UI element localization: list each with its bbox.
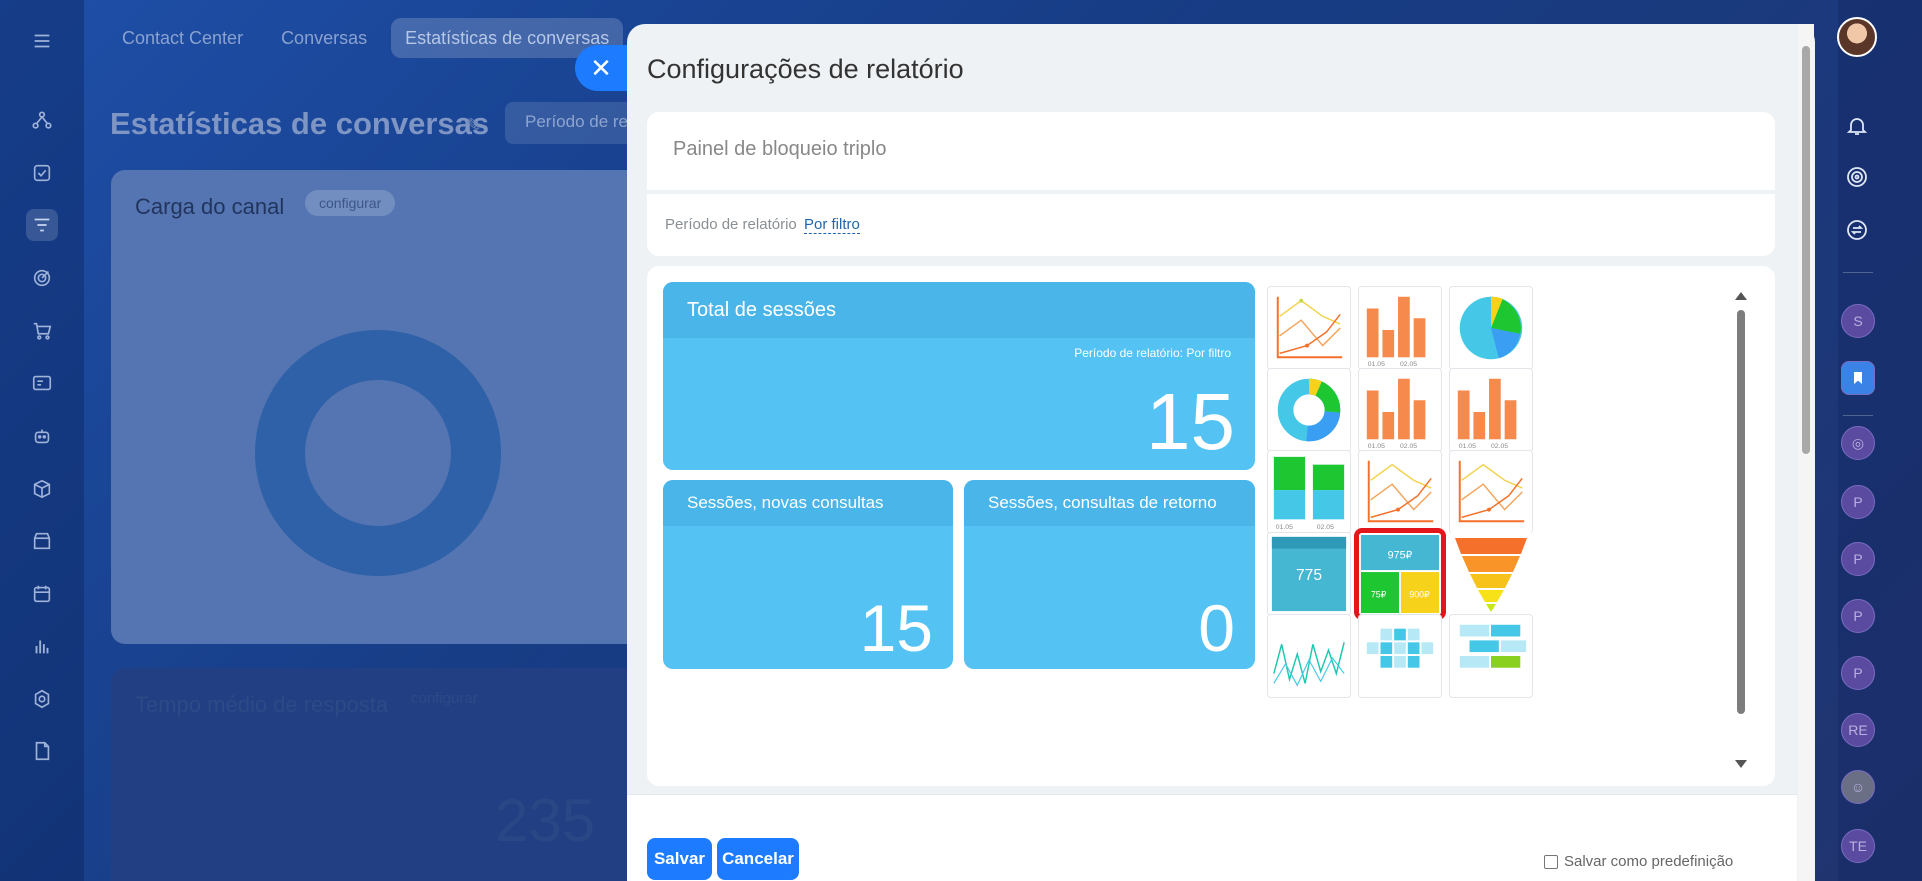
donut-chart xyxy=(255,330,501,576)
chat-bubble-p[interactable]: P xyxy=(1841,599,1875,633)
save-as-default-checkbox[interactable] xyxy=(1544,854,1558,869)
panel-scrollbar[interactable] xyxy=(1798,24,1814,881)
bell-icon[interactable] xyxy=(1841,110,1873,142)
period-label: Período de relatório xyxy=(665,216,797,233)
chat-bubble-re[interactable]: RE xyxy=(1841,713,1875,747)
save-as-default-option[interactable]: Salvar como predefinição xyxy=(1544,853,1733,870)
triple-block-thumb[interactable]: 975₽ 75₽ 900₽ xyxy=(1354,528,1446,620)
panel-scroll-thumb[interactable] xyxy=(1802,46,1810,454)
robot-icon[interactable] xyxy=(26,420,58,452)
target-icon[interactable] xyxy=(26,262,58,294)
scroll-down-arrow[interactable] xyxy=(1735,760,1747,768)
funnel-icon[interactable] xyxy=(26,209,58,241)
widget-preview-area: Total de sessões Período de relatório: P… xyxy=(647,266,1775,786)
chat-bubble-p[interactable]: P xyxy=(1841,656,1875,690)
chat-bubble-s[interactable]: S xyxy=(1841,304,1875,338)
bar-chart-thumb[interactable]: 01.05 02.05 xyxy=(1358,368,1442,452)
chat-bubble-p[interactable]: P xyxy=(1841,485,1875,519)
card-title: Tempo médio de resposta xyxy=(135,692,389,717)
panel-title: Configurações de relatório xyxy=(647,54,964,84)
grid-heatmap-thumb[interactable] xyxy=(1358,614,1442,698)
bookmark-icon[interactable] xyxy=(1841,361,1875,395)
box-icon[interactable] xyxy=(26,473,58,505)
thumb-value: 900₽ xyxy=(1409,589,1430,599)
contact-card-icon[interactable] xyxy=(26,367,58,399)
horizontal-blocks-thumb[interactable] xyxy=(1449,614,1533,698)
tasks-icon[interactable] xyxy=(26,157,58,189)
configure-button[interactable]: configurar xyxy=(305,190,396,216)
tile-subtitle: Período de relatório: Por filtro xyxy=(1074,346,1231,360)
report-name-value[interactable]: Painel de bloqueio triplo xyxy=(673,138,887,161)
number-block-thumb[interactable]: 775 xyxy=(1267,532,1351,616)
tile-title: Total de sessões xyxy=(663,282,1255,338)
cancel-button[interactable]: Cancelar xyxy=(717,838,799,880)
donut-chart-thumb[interactable] xyxy=(1267,368,1351,452)
close-panel-button[interactable]: ✕ xyxy=(575,45,627,91)
svg-text:02.05: 02.05 xyxy=(1317,524,1334,531)
period-filter-button[interactable]: Período de re xyxy=(505,102,635,144)
panel-footer: Salvar Cancelar Salvar como predefinição xyxy=(627,794,1797,881)
funnel-chart-thumb[interactable] xyxy=(1449,532,1533,616)
tile-value: 15 xyxy=(859,591,933,665)
report-name-field[interactable]: Painel de bloqueio triplo xyxy=(647,112,1775,190)
pin-icon[interactable]: ✎ xyxy=(466,115,481,136)
target-icon[interactable] xyxy=(1841,161,1873,193)
analytics-icon[interactable] xyxy=(26,630,58,662)
new-consultations-tile: Sessões, novas consultas 15 xyxy=(663,480,953,669)
tile-value: 15 xyxy=(1146,377,1235,466)
chat-bubble-avatar[interactable]: ☺ xyxy=(1841,770,1875,804)
menu-icon[interactable] xyxy=(26,25,58,57)
divider xyxy=(1843,272,1873,273)
return-consultations-tile: Sessões, consultas de retorno 0 xyxy=(964,480,1255,669)
bar-chart-thumb[interactable]: 01.05 02.05 xyxy=(1358,286,1442,370)
response-time-card: Tempo médio de resposta configurar 235 xyxy=(111,668,651,881)
tab-contact-center[interactable]: Contact Center xyxy=(108,18,257,58)
line-chart-thumb[interactable] xyxy=(1267,286,1351,370)
total-sessions-tile: Total de sessões Período de relatório: P… xyxy=(663,282,1255,470)
top-tabs: Contact Center Conversas Estatísticas de… xyxy=(108,18,624,58)
network-icon[interactable] xyxy=(26,105,58,137)
cart-icon[interactable] xyxy=(26,315,58,347)
scroll-up-arrow[interactable] xyxy=(1735,292,1747,300)
document-icon[interactable] xyxy=(26,735,58,767)
stacked-bar-chart-thumb[interactable]: 01.05 02.05 xyxy=(1267,450,1351,534)
scroll-thumb[interactable] xyxy=(1737,310,1745,714)
card-value: 235 xyxy=(495,787,596,854)
close-icon: ✕ xyxy=(590,52,612,83)
left-sidebar xyxy=(0,0,84,881)
trend-chart-thumb[interactable] xyxy=(1267,614,1351,698)
save-button[interactable]: Salvar xyxy=(647,838,712,880)
pie-chart-thumb[interactable] xyxy=(1449,286,1533,370)
report-settings-panel: Configurações de relatório Painel de blo… xyxy=(627,24,1815,881)
chat-bubble-te[interactable]: TE xyxy=(1841,829,1875,863)
calendar-icon[interactable] xyxy=(26,578,58,610)
period-row: Período de relatório Por filtro xyxy=(647,194,1775,256)
settings-icon[interactable] xyxy=(26,683,58,715)
divider xyxy=(1843,415,1873,416)
page-title: Estatísticas de conversas xyxy=(110,106,490,141)
line-chart-thumb[interactable] xyxy=(1358,450,1442,534)
svg-text:01.05: 01.05 xyxy=(1276,524,1293,531)
chat-bubble-logo[interactable]: ◎ xyxy=(1841,426,1875,460)
tile-title: Sessões, novas consultas xyxy=(663,480,953,526)
thumb-value: 975₽ xyxy=(1388,549,1413,561)
line-chart-thumb[interactable] xyxy=(1449,450,1533,534)
chat-bubble-p[interactable]: P xyxy=(1841,542,1875,576)
tab-conversas[interactable]: Conversas xyxy=(267,18,381,58)
channel-load-card: Carga do canal configurar xyxy=(111,170,651,644)
period-filter-link[interactable]: Por filtro xyxy=(804,216,860,234)
thumb-value: 775 xyxy=(1296,567,1322,584)
tile-title: Sessões, consultas de retorno xyxy=(964,480,1255,526)
thumb-value: 75₽ xyxy=(1371,589,1387,599)
tile-value: 0 xyxy=(1198,591,1235,665)
card-title: Carga do canal xyxy=(135,194,285,219)
store-icon[interactable] xyxy=(26,525,58,557)
thumbs-scrollbar[interactable] xyxy=(1734,290,1748,768)
bar-chart-thumb[interactable]: 01.05 02.05 xyxy=(1449,368,1533,452)
save-as-default-label: Salvar como predefinição xyxy=(1564,853,1734,870)
user-avatar[interactable] xyxy=(1837,17,1877,57)
sync-chat-icon[interactable] xyxy=(1841,214,1873,246)
configure-button[interactable]: configurar xyxy=(411,690,478,707)
